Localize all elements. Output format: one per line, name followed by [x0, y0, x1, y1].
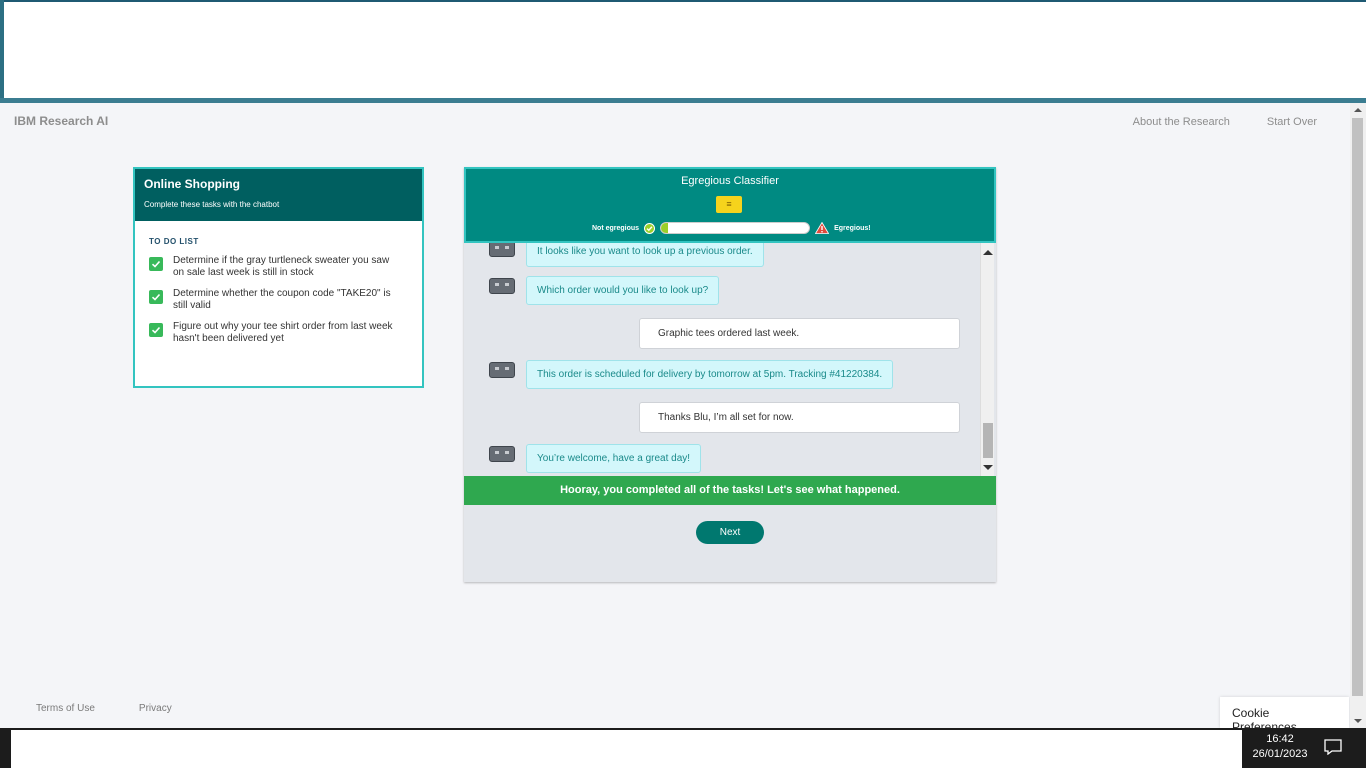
- bot-message: It looks like you want to look up a prev…: [489, 243, 764, 267]
- completion-banner: Hooray, you completed all of the tasks! …: [464, 476, 996, 505]
- bot-message: You’re welcome, have a great day!: [489, 444, 702, 473]
- task-card: Online Shopping Complete these tasks wit…: [133, 167, 424, 388]
- checkmark-icon: [149, 290, 163, 304]
- not-egregious-label: Not egregious: [592, 224, 640, 232]
- privacy-link[interactable]: Privacy: [139, 703, 172, 714]
- scroll-down-arrow-icon[interactable]: [1354, 719, 1362, 723]
- robot-avatar-icon: [489, 243, 515, 257]
- bot-message-bubble: It looks like you want to look up a prev…: [526, 243, 764, 267]
- scroll-up-arrow-icon[interactable]: [983, 250, 993, 255]
- notification-icon[interactable]: [1324, 739, 1342, 755]
- browser-top-area: [0, 0, 1366, 103]
- robot-avatar-icon: [489, 278, 515, 294]
- robot-avatar-icon: [489, 446, 515, 462]
- user-message-bubble: Thanks Blu, I’m all set for now.: [639, 402, 960, 433]
- bot-message-bubble: This order is scheduled for delivery by …: [526, 360, 894, 389]
- annoyed-face-icon: ≡: [716, 196, 742, 213]
- bot-message-bubble: You’re welcome, have a great day!: [526, 444, 702, 473]
- task-card-header: Online Shopping Complete these tasks wit…: [135, 169, 422, 221]
- todo-item-text: Determine if the gray turtleneck sweater…: [173, 255, 390, 278]
- todo-item: Determine whether the coupon code "TAKE2…: [149, 288, 408, 312]
- taskbar-app-area: [11, 730, 1242, 768]
- check-circle-icon: [644, 222, 656, 234]
- chat-scrollbar[interactable]: [980, 243, 994, 476]
- top-nav: About the Research Start Over: [1133, 116, 1317, 128]
- page-scroll-thumb[interactable]: [1352, 118, 1363, 696]
- checkmark-icon: [149, 257, 163, 271]
- brand-logo[interactable]: IBM Research AI: [14, 114, 108, 128]
- egregious-level-bar: [660, 222, 811, 234]
- page: IBM Research AI About the Research Start…: [0, 103, 1350, 734]
- warning-icon: [815, 222, 830, 234]
- classifier-title: Egregious Classifier: [681, 175, 779, 187]
- chat-card: Egregious Classifier ≡ Not egregious Egr…: [464, 167, 996, 582]
- terms-of-use-link[interactable]: Terms of Use: [36, 703, 95, 714]
- footer-links: Terms of Use Privacy: [36, 703, 172, 714]
- cookie-preferences-button[interactable]: Cookie Preferences: [1220, 697, 1349, 734]
- taskbar: 16:42 26/01/2023: [0, 728, 1366, 768]
- next-button[interactable]: Next: [696, 521, 764, 544]
- scroll-thumb[interactable]: [983, 423, 993, 458]
- bot-message-bubble: Which order would you like to look up?: [526, 276, 720, 305]
- egregious-classifier: Egregious Classifier ≡ Not egregious Egr…: [464, 167, 996, 243]
- bot-message: Which order would you like to look up?: [489, 276, 720, 305]
- todo-item-text: Determine whether the coupon code "TAKE2…: [173, 288, 391, 311]
- user-message-bubble: Graphic tees ordered last week.: [639, 318, 960, 349]
- about-research-link[interactable]: About the Research: [1133, 116, 1230, 128]
- robot-avatar-icon: [489, 362, 515, 378]
- top-border: [4, 0, 1366, 2]
- scroll-up-arrow-icon[interactable]: [1354, 108, 1362, 112]
- egregious-meter: Not egregious Egregious!: [592, 222, 871, 234]
- task-card-title: Online Shopping: [144, 177, 240, 191]
- page-scrollbar[interactable]: [1350, 103, 1366, 728]
- todo-item-text: Figure out why your tee shirt order from…: [173, 321, 393, 344]
- egregious-label: Egregious!: [834, 224, 871, 232]
- clock-date: 26/01/2023: [1252, 748, 1308, 760]
- task-card-body: TO DO LIST Determine if the gray turtlen…: [135, 221, 422, 370]
- start-over-link[interactable]: Start Over: [1267, 116, 1317, 128]
- todo-item: Figure out why your tee shirt order from…: [149, 321, 408, 345]
- scroll-down-arrow-icon[interactable]: [983, 465, 993, 470]
- todo-item: Determine if the gray turtleneck sweater…: [149, 255, 408, 279]
- checkmark-icon: [149, 323, 163, 337]
- bot-message: This order is scheduled for delivery by …: [489, 360, 894, 389]
- system-clock[interactable]: 16:42 26/01/2023: [1245, 732, 1315, 762]
- todo-list-label: TO DO LIST: [149, 237, 199, 246]
- chat-messages[interactable]: It looks like you want to look up a prev…: [464, 243, 996, 476]
- egregious-level-fill: [661, 223, 669, 233]
- task-card-subtitle: Complete these tasks with the chatbot: [144, 200, 280, 209]
- clock-time: 16:42: [1266, 733, 1294, 745]
